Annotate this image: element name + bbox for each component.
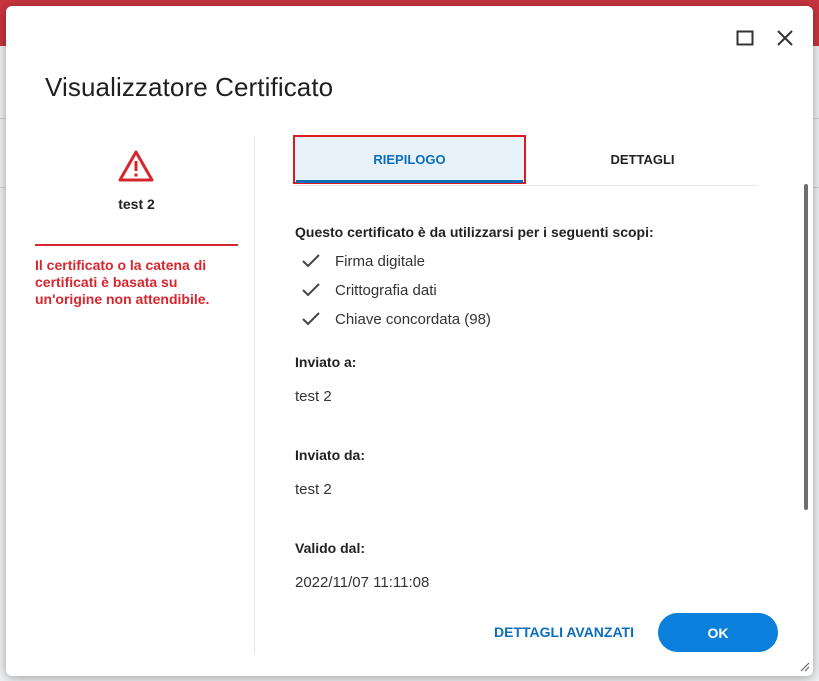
tab-bar: RIEPILOGO DETTAGLI [293, 135, 758, 186]
maximize-button[interactable] [731, 24, 759, 52]
close-button[interactable] [771, 24, 799, 52]
certificate-name: test 2 [118, 196, 155, 212]
ok-button[interactable]: OK [658, 613, 778, 652]
issued-by-label: Inviato da: [295, 447, 366, 463]
checkmark-icon [302, 283, 320, 297]
scopes-heading: Questo certificato è da utilizzarsi per … [295, 224, 654, 240]
tab-label: DETTAGLI [610, 152, 675, 167]
issued-to-label: Inviato a: [295, 354, 357, 370]
valid-from-label: Valido dal: [295, 540, 366, 556]
warning-triangle-icon [118, 150, 154, 182]
scope-label: Chiave concordata (98) [335, 310, 491, 328]
maximize-icon [736, 30, 754, 46]
warning-divider [35, 244, 238, 246]
summary-content: Questo certificato è da utilizzarsi per … [295, 186, 775, 606]
scope-item: Chiave concordata (98) [301, 308, 491, 330]
untrusted-warning-text: Il certificato o la catena di certificat… [35, 257, 210, 307]
scope-item: Firma digitale [301, 250, 425, 272]
scope-label: Firma digitale [335, 252, 426, 270]
issued-by-value: test 2 [295, 481, 332, 498]
certificate-viewer-dialog: Visualizzatore Certificato test 2 Il cer… [6, 6, 813, 676]
tab-riepilogo[interactable]: RIEPILOGO [293, 135, 526, 184]
panel-divider [254, 136, 255, 654]
scope-item: Crittografia dati [301, 279, 437, 301]
close-icon [777, 30, 793, 46]
active-tab-indicator [296, 180, 523, 183]
checkmark-icon [302, 254, 320, 268]
advanced-details-button[interactable]: DETTAGLI AVANZATI [494, 624, 634, 640]
checkmark-icon [302, 312, 320, 326]
dialog-title: Visualizzatore Certificato [45, 72, 334, 102]
scope-label: Crittografia dati [335, 281, 437, 299]
content-scrollbar[interactable] [804, 184, 808, 510]
issued-to-value: test 2 [295, 388, 332, 405]
tab-dettagli[interactable]: DETTAGLI [526, 135, 759, 184]
valid-from-value: 2022/11/07 11:11:08 [295, 574, 430, 591]
tab-label: RIEPILOGO [373, 152, 446, 167]
resize-grip-icon[interactable] [798, 660, 810, 672]
